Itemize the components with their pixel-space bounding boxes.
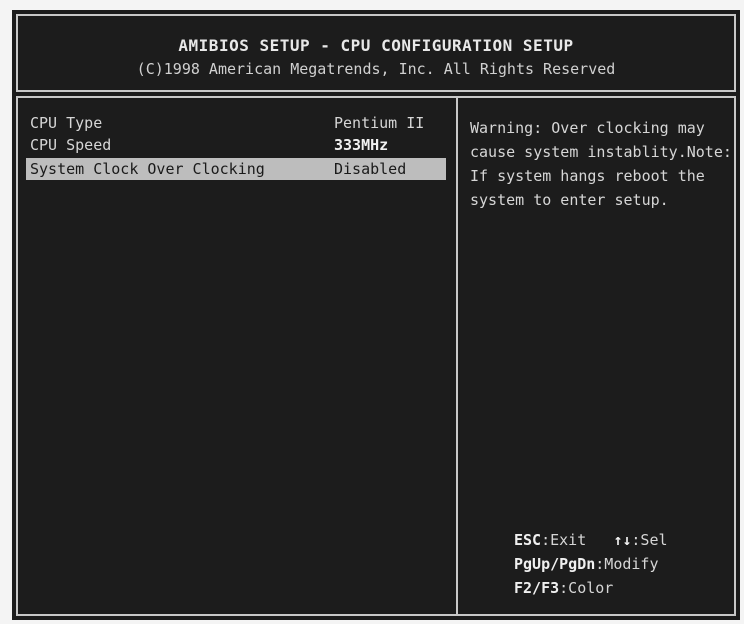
setting-value: Pentium II (334, 114, 425, 132)
bios-window: AMIBIOS SETUP - CPU CONFIGURATION SETUP … (12, 10, 740, 620)
setting-value: Disabled (334, 160, 407, 178)
key-hint-exit-select: ESC:Exit ↑↓:Sel (514, 528, 668, 552)
header-panel: AMIBIOS SETUP - CPU CONFIGURATION SETUP … (16, 14, 736, 92)
help-line: system to enter setup. (470, 191, 669, 209)
key-action: :Modify (595, 555, 659, 573)
setting-value: 333MHz (334, 136, 389, 154)
help-line: If system hangs reboot the (470, 167, 705, 185)
setting-label: CPU Type (30, 114, 103, 132)
arrow-up-down-icon: ↑↓ (613, 531, 632, 549)
key-hint-color: F2/F3:Color (514, 576, 613, 600)
setting-cpu-type[interactable]: CPU Type Pentium II (26, 112, 446, 134)
help-line: Warning: Over clocking may (470, 119, 705, 137)
bios-title: AMIBIOS SETUP - CPU CONFIGURATION SETUP (178, 36, 574, 55)
main-panel: CPU Type Pentium II CPU Speed 333MHz Sys… (16, 96, 736, 616)
panel-divider (456, 98, 458, 614)
key-action: :Sel (631, 531, 668, 549)
key-action: :Color (559, 579, 614, 597)
key-pgup-pgdn: PgUp/PgDn (514, 555, 596, 573)
key-action: :Exit (541, 531, 587, 549)
help-text: Warning: Over clocking may cause system … (470, 116, 732, 212)
help-line: cause system instablity.Note: (470, 143, 732, 161)
key-hint-modify: PgUp/PgDn:Modify (514, 552, 659, 576)
copyright-line: (C)1998 American Megatrends, Inc. All Ri… (136, 60, 616, 78)
screen: AMIBIOS SETUP - CPU CONFIGURATION SETUP … (0, 0, 744, 624)
key-f2-f3: F2/F3 (514, 579, 560, 597)
setting-label: System Clock Over Clocking (30, 160, 265, 178)
setting-system-clock-over-clocking[interactable]: System Clock Over Clocking Disabled (26, 158, 446, 180)
setting-label: CPU Speed (30, 136, 112, 154)
setting-cpu-speed[interactable]: CPU Speed 333MHz (26, 134, 446, 156)
key-esc: ESC (514, 531, 542, 549)
